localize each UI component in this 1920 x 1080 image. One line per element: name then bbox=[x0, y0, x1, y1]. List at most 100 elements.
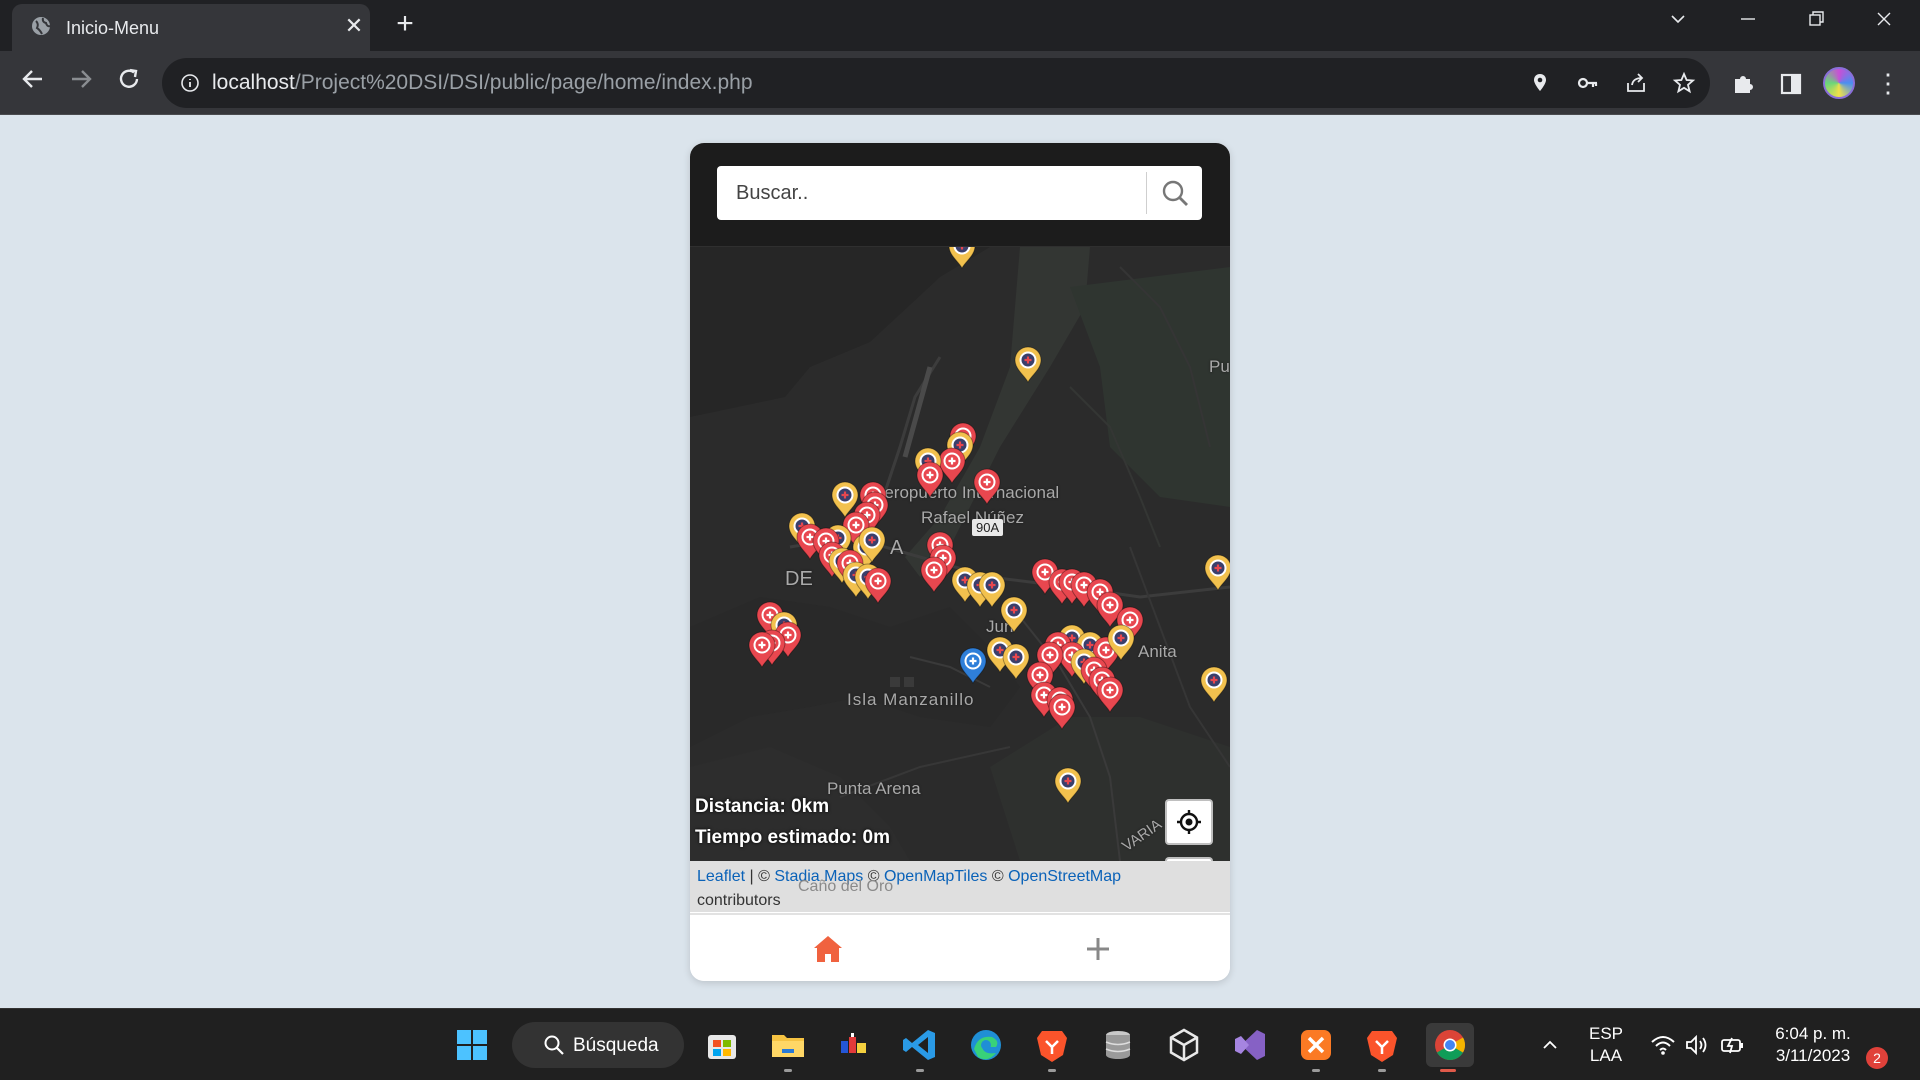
clinic-marker[interactable] bbox=[1014, 346, 1042, 384]
tab-title: Inicio-Menu bbox=[66, 18, 160, 38]
nav-add-button[interactable] bbox=[1080, 931, 1116, 967]
clinic-marker[interactable] bbox=[1048, 693, 1076, 731]
browser-tab[interactable]: Inicio-Menu ✕ bbox=[12, 4, 370, 51]
wifi-icon[interactable] bbox=[1650, 1034, 1676, 1056]
database-icon bbox=[1105, 1031, 1131, 1059]
map-view[interactable]: Aeropuerto Internacional Rafael Núñez 90… bbox=[690, 247, 1230, 861]
taskbar-visual-studio[interactable] bbox=[1228, 1023, 1272, 1067]
colorful-app-icon bbox=[841, 1033, 866, 1053]
forward-arrow-icon bbox=[72, 70, 92, 88]
windows-logo-icon bbox=[457, 1030, 487, 1060]
back-arrow-icon bbox=[22, 70, 42, 88]
bookmark-star-icon[interactable] bbox=[1672, 71, 1696, 95]
running-indicator bbox=[1048, 1069, 1056, 1072]
battery-charging-icon[interactable] bbox=[1720, 1034, 1746, 1056]
clinic-marker[interactable] bbox=[1200, 666, 1228, 704]
info-icon[interactable] bbox=[180, 73, 200, 93]
clock[interactable]: 6:04 p. m. 3/11/2023 bbox=[1768, 1023, 1858, 1067]
profile-avatar[interactable] bbox=[1823, 67, 1855, 99]
taskbar-search[interactable]: Búsqueda bbox=[512, 1022, 684, 1068]
taskbar-store[interactable] bbox=[700, 1023, 744, 1067]
taskbar-search-label: Búsqueda bbox=[573, 1035, 659, 1056]
url-text[interactable]: localhost/Project%20DSI/DSI/public/page/… bbox=[212, 71, 753, 95]
os-taskbar: Búsqueda ESP LAA 6:04 p. m. 3/11/2023 2 bbox=[0, 1008, 1920, 1080]
side-panel-icon[interactable] bbox=[1778, 71, 1804, 97]
search-box bbox=[717, 166, 1202, 220]
clock-time: 6:04 p. m. bbox=[1775, 1024, 1851, 1043]
clinic-marker[interactable] bbox=[1002, 643, 1030, 681]
notification-badge[interactable]: 2 bbox=[1866, 1047, 1888, 1069]
chevron-up-icon[interactable] bbox=[1540, 1035, 1560, 1055]
address-bar[interactable]: localhost/Project%20DSI/DSI/public/page/… bbox=[162, 58, 1710, 108]
openmaptiles-link[interactable]: OpenMapTiles bbox=[884, 868, 987, 885]
close-window-button[interactable] bbox=[1864, 8, 1904, 38]
tab-search-icon[interactable] bbox=[1658, 8, 1698, 38]
taskbar-brave[interactable] bbox=[1030, 1023, 1074, 1072]
location-pin-icon[interactable] bbox=[1528, 71, 1552, 95]
taskbar-unity[interactable] bbox=[1162, 1023, 1206, 1067]
language-indicator[interactable]: ESP LAA bbox=[1584, 1023, 1628, 1067]
tab-close-icon[interactable]: ✕ bbox=[342, 14, 366, 38]
globe-icon bbox=[32, 17, 51, 35]
key-icon[interactable] bbox=[1576, 71, 1600, 95]
clinic-marker[interactable] bbox=[916, 461, 944, 499]
more-menu-icon[interactable]: ⋮ bbox=[1875, 69, 1901, 97]
clinic-marker[interactable] bbox=[1054, 767, 1082, 805]
search-icon bbox=[544, 1035, 564, 1055]
folder-icon bbox=[772, 1035, 804, 1057]
restore-button[interactable] bbox=[1796, 8, 1836, 38]
search-button[interactable] bbox=[1146, 172, 1202, 214]
leaflet-link[interactable]: Leaflet bbox=[697, 868, 745, 885]
time-overlay: Tiempo estimado: 0m bbox=[695, 827, 890, 848]
back-button[interactable] bbox=[15, 65, 51, 101]
running-indicator bbox=[1312, 1069, 1320, 1072]
running-indicator bbox=[1378, 1069, 1386, 1072]
clinic-marker[interactable] bbox=[948, 247, 976, 270]
taskbar-chrome[interactable] bbox=[1426, 1023, 1474, 1072]
clinic-marker[interactable] bbox=[959, 647, 987, 685]
xampp-icon bbox=[1301, 1030, 1331, 1060]
clock-date: 3/11/2023 bbox=[1775, 1046, 1851, 1065]
start-button[interactable] bbox=[450, 1023, 494, 1067]
reload-button[interactable] bbox=[111, 65, 147, 101]
clinic-marker[interactable] bbox=[973, 468, 1001, 506]
forward-button[interactable] bbox=[63, 65, 99, 101]
taskbar-vscode[interactable] bbox=[898, 1023, 942, 1072]
taskbar-xampp[interactable] bbox=[1294, 1023, 1338, 1072]
vscode-icon bbox=[903, 1030, 935, 1060]
search-icon bbox=[1162, 180, 1188, 206]
taskbar-database[interactable] bbox=[1096, 1023, 1140, 1067]
app-container: Aeropuerto Internacional Rafael Núñez 90… bbox=[690, 143, 1230, 981]
brave-lion-icon bbox=[1037, 1031, 1067, 1062]
home-icon bbox=[814, 936, 842, 962]
extensions-puzzle-icon[interactable] bbox=[1730, 71, 1756, 97]
openstreetmap-link[interactable]: OpenStreetMap bbox=[1008, 868, 1121, 885]
taskbar-edge[interactable] bbox=[964, 1023, 1008, 1067]
locate-button[interactable] bbox=[1165, 799, 1213, 845]
attr-sep-1: | © bbox=[745, 868, 775, 885]
chrome-icon bbox=[1435, 1030, 1466, 1061]
clinic-marker[interactable] bbox=[920, 556, 948, 594]
minimize-button[interactable] bbox=[1728, 8, 1768, 38]
taskbar-brave-2[interactable] bbox=[1360, 1023, 1404, 1072]
clinic-marker[interactable] bbox=[1000, 596, 1028, 634]
markers-layer bbox=[748, 247, 1230, 805]
volume-icon[interactable] bbox=[1684, 1034, 1710, 1056]
share-icon[interactable] bbox=[1624, 71, 1648, 95]
bottom-navigation bbox=[690, 913, 1230, 981]
clinic-marker[interactable] bbox=[1096, 676, 1124, 714]
browser-tab-bar: Inicio-Menu ✕ + bbox=[0, 0, 1920, 51]
running-indicator bbox=[784, 1069, 792, 1072]
plus-icon bbox=[1087, 938, 1109, 960]
attr-contributors: contributors bbox=[697, 892, 781, 909]
new-tab-button[interactable]: + bbox=[390, 9, 420, 40]
search-header bbox=[690, 143, 1230, 247]
edge-icon bbox=[971, 1030, 1001, 1060]
taskbar-app-3[interactable] bbox=[832, 1023, 876, 1067]
nav-home-button[interactable] bbox=[810, 931, 846, 967]
reload-icon bbox=[119, 68, 139, 88]
clinic-marker[interactable] bbox=[1204, 554, 1230, 592]
taskbar-file-explorer[interactable] bbox=[766, 1023, 810, 1072]
browser-toolbar: localhost/Project%20DSI/DSI/public/page/… bbox=[0, 51, 1920, 115]
search-input[interactable] bbox=[717, 166, 1147, 220]
